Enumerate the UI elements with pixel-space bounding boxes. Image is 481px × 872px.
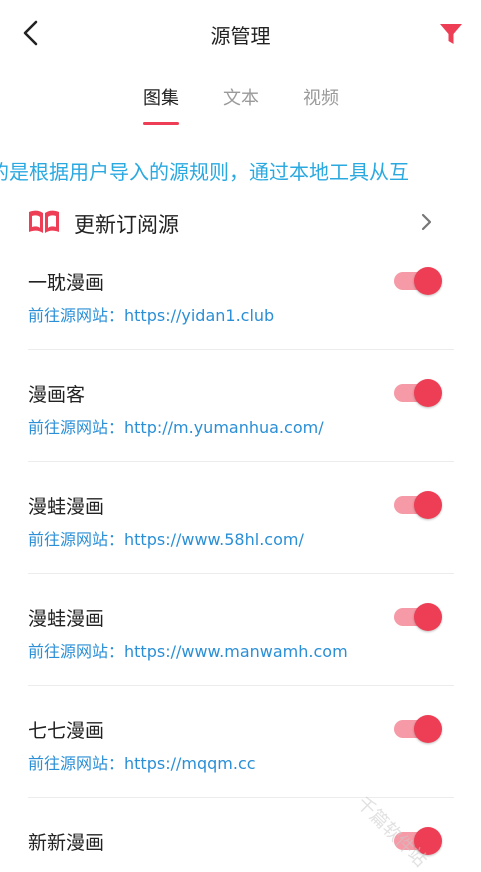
source-enabled-toggle[interactable] bbox=[394, 489, 444, 519]
source-name: 漫蛙漫画 bbox=[28, 608, 105, 630]
source-enabled-toggle[interactable] bbox=[394, 825, 444, 855]
source-website-link[interactable]: 前往源网站：https://mqqm.cc bbox=[28, 750, 256, 774]
source-item: 漫画客 前往源网站：http://m.yumanhua.com/ bbox=[28, 362, 454, 474]
source-url: https://www.58hl.com/ bbox=[124, 530, 304, 549]
source-name: 七七漫画 bbox=[28, 720, 105, 742]
source-website-link[interactable]: 前往源网站：https://www.manwamh.com bbox=[28, 638, 348, 662]
source-url: https://yidan1.club bbox=[124, 306, 275, 325]
chevron-right-icon bbox=[421, 213, 432, 231]
source-enabled-toggle[interactable] bbox=[394, 265, 444, 295]
source-url: https://mqqm.cc bbox=[124, 754, 256, 773]
tab-video[interactable]: 视频 bbox=[291, 84, 351, 110]
divider bbox=[28, 685, 454, 686]
notice-text: 的是根据用户导入的源规则，通过本地工具从互 bbox=[0, 160, 409, 184]
update-subscription-label: 更新订阅源 bbox=[74, 213, 179, 237]
source-name: 新新漫画 bbox=[28, 832, 105, 854]
toggle-knob bbox=[414, 267, 442, 295]
source-enabled-toggle[interactable] bbox=[394, 713, 444, 743]
source-item: 一耽漫画 前往源网站：https://yidan1.club bbox=[28, 250, 454, 362]
category-tabs: 图集 文本 视频 bbox=[0, 84, 481, 128]
book-icon bbox=[29, 210, 59, 233]
toggle-knob bbox=[414, 491, 442, 519]
source-website-link[interactable]: 前往源网站：https://www.58hl.com/ bbox=[28, 526, 304, 550]
notice-marquee: 的是根据用户导入的源规则，通过本地工具从互 bbox=[0, 156, 481, 184]
update-subscription-row[interactable]: 更新订阅源 bbox=[0, 200, 481, 246]
divider bbox=[28, 797, 454, 798]
source-enabled-toggle[interactable] bbox=[394, 601, 444, 631]
source-item: 七七漫画 前往源网站：https://mqqm.cc bbox=[28, 698, 454, 810]
filter-button[interactable] bbox=[436, 19, 466, 49]
link-prefix: 前往源网站： bbox=[28, 530, 125, 549]
source-url: https://www.manwamh.com bbox=[124, 642, 348, 661]
link-prefix: 前往源网站： bbox=[28, 642, 125, 661]
toggle-knob bbox=[414, 715, 442, 743]
source-enabled-toggle[interactable] bbox=[394, 377, 444, 407]
active-tab-indicator bbox=[143, 122, 179, 125]
source-website-link[interactable]: 前往源网站：http://m.yumanhua.com/ bbox=[28, 414, 324, 438]
filter-icon bbox=[440, 24, 462, 44]
toggle-knob bbox=[414, 379, 442, 407]
toggle-knob bbox=[414, 603, 442, 631]
source-item: 新新漫画 bbox=[28, 810, 454, 856]
link-prefix: 前往源网站： bbox=[28, 754, 125, 773]
divider bbox=[28, 461, 454, 462]
source-name: 漫画客 bbox=[28, 384, 86, 406]
tab-text[interactable]: 文本 bbox=[211, 84, 271, 110]
toggle-knob bbox=[414, 827, 442, 855]
divider bbox=[28, 349, 454, 350]
source-item: 漫蛙漫画 前往源网站：https://www.manwamh.com bbox=[28, 586, 454, 698]
page-title: 源管理 bbox=[210, 24, 271, 48]
link-prefix: 前往源网站： bbox=[28, 306, 125, 325]
source-name: 一耽漫画 bbox=[28, 272, 105, 294]
divider bbox=[28, 573, 454, 574]
source-website-link[interactable]: 前往源网站：https://yidan1.club bbox=[28, 302, 274, 326]
link-prefix: 前往源网站： bbox=[28, 418, 125, 437]
app-header: 源管理 bbox=[0, 0, 481, 68]
source-item: 漫蛙漫画 前往源网站：https://www.58hl.com/ bbox=[28, 474, 454, 586]
tab-gallery[interactable]: 图集 bbox=[131, 84, 191, 110]
source-name: 漫蛙漫画 bbox=[28, 496, 105, 518]
source-url: http://m.yumanhua.com/ bbox=[124, 418, 324, 437]
